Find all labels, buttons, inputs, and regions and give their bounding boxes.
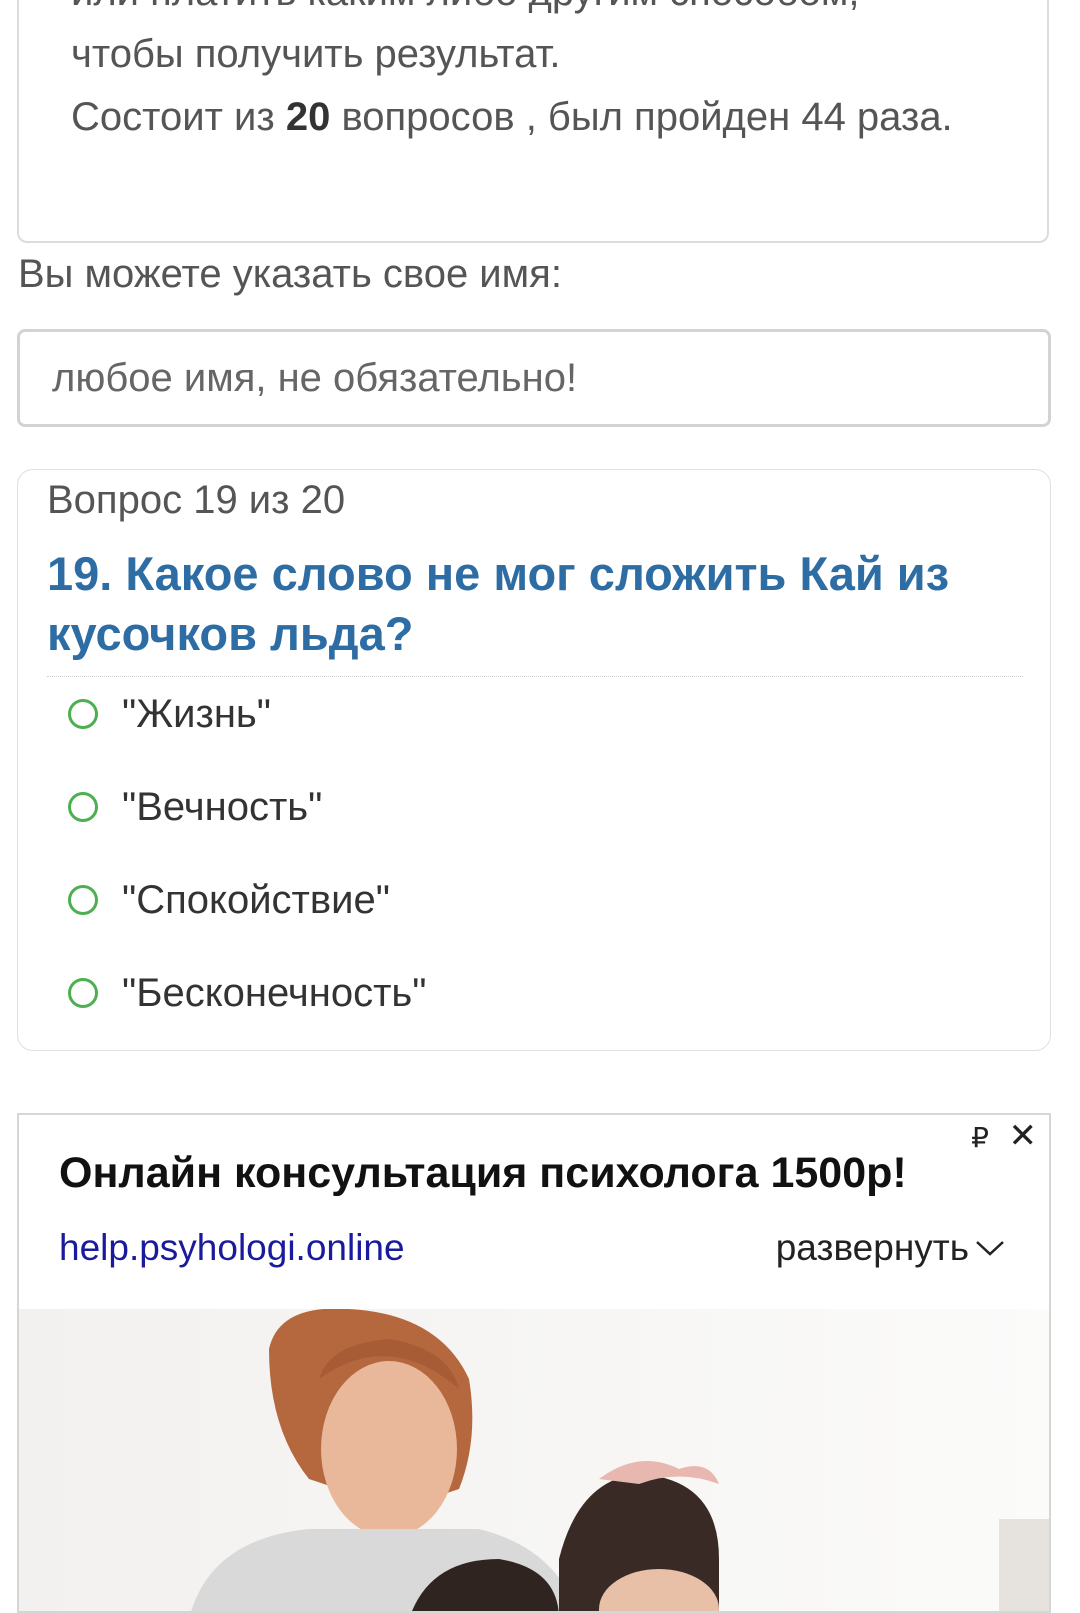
answer-option-label: "Спокойствие"	[122, 877, 390, 922]
intro-cut-line: или платить каким либо другим способом,	[71, 0, 860, 15]
question-title: 19. Какое слово не мог сложить Кай из ку…	[47, 547, 950, 660]
intro-stats-suffix: вопросов , был пройден 44 раза.	[330, 95, 953, 139]
ad-title[interactable]: Онлайн консультация психолога 1500р!	[59, 1149, 907, 1198]
name-input[interactable]	[17, 329, 1051, 427]
answer-option-label: "Бесконечность"	[122, 970, 427, 1015]
ad-image[interactable]	[19, 1308, 1049, 1611]
expand-label: развернуть	[775, 1227, 969, 1268]
answer-option[interactable]: "Вечность"	[68, 777, 322, 837]
intro-stats-prefix: Состоит из	[71, 95, 286, 139]
name-field-label: Вы можете указать свое имя:	[18, 252, 562, 296]
chevron-down-icon	[976, 1241, 1004, 1256]
answer-option[interactable]: "Спокойствие"	[68, 870, 390, 930]
question-card: Вопрос 19 из 20 19. Какое слово не мог с…	[17, 469, 1051, 1051]
question-counter: Вопрос 19 из 20	[47, 478, 346, 522]
divider	[47, 676, 1023, 677]
answer-option-label: "Жизнь"	[122, 691, 271, 736]
radio-icon[interactable]	[68, 792, 98, 822]
close-icon[interactable]: ✕	[1009, 1119, 1038, 1153]
ad-photo	[191, 1308, 1049, 1611]
intro-line: чтобы получить результат.	[71, 32, 561, 76]
ruble-icon[interactable]: ₽	[971, 1121, 989, 1154]
ad-link[interactable]: help.psyhologi.online	[59, 1227, 405, 1269]
answer-option[interactable]: "Жизнь"	[68, 684, 271, 744]
intro-stats: Состоит из 20 вопросов , был пройден 44 …	[71, 95, 953, 140]
radio-icon[interactable]	[68, 885, 98, 915]
expand-button[interactable]: развернуть	[776, 1227, 1005, 1269]
ad-banner[interactable]: ₽ ✕ Онлайн консультация психолога 1500р!…	[17, 1113, 1051, 1613]
radio-icon[interactable]	[68, 978, 98, 1008]
question-count: 20	[285, 95, 331, 139]
answer-option-label: "Вечность"	[122, 784, 323, 829]
answer-option[interactable]: "Бесконечность"	[68, 963, 426, 1023]
radio-icon[interactable]	[68, 699, 98, 729]
